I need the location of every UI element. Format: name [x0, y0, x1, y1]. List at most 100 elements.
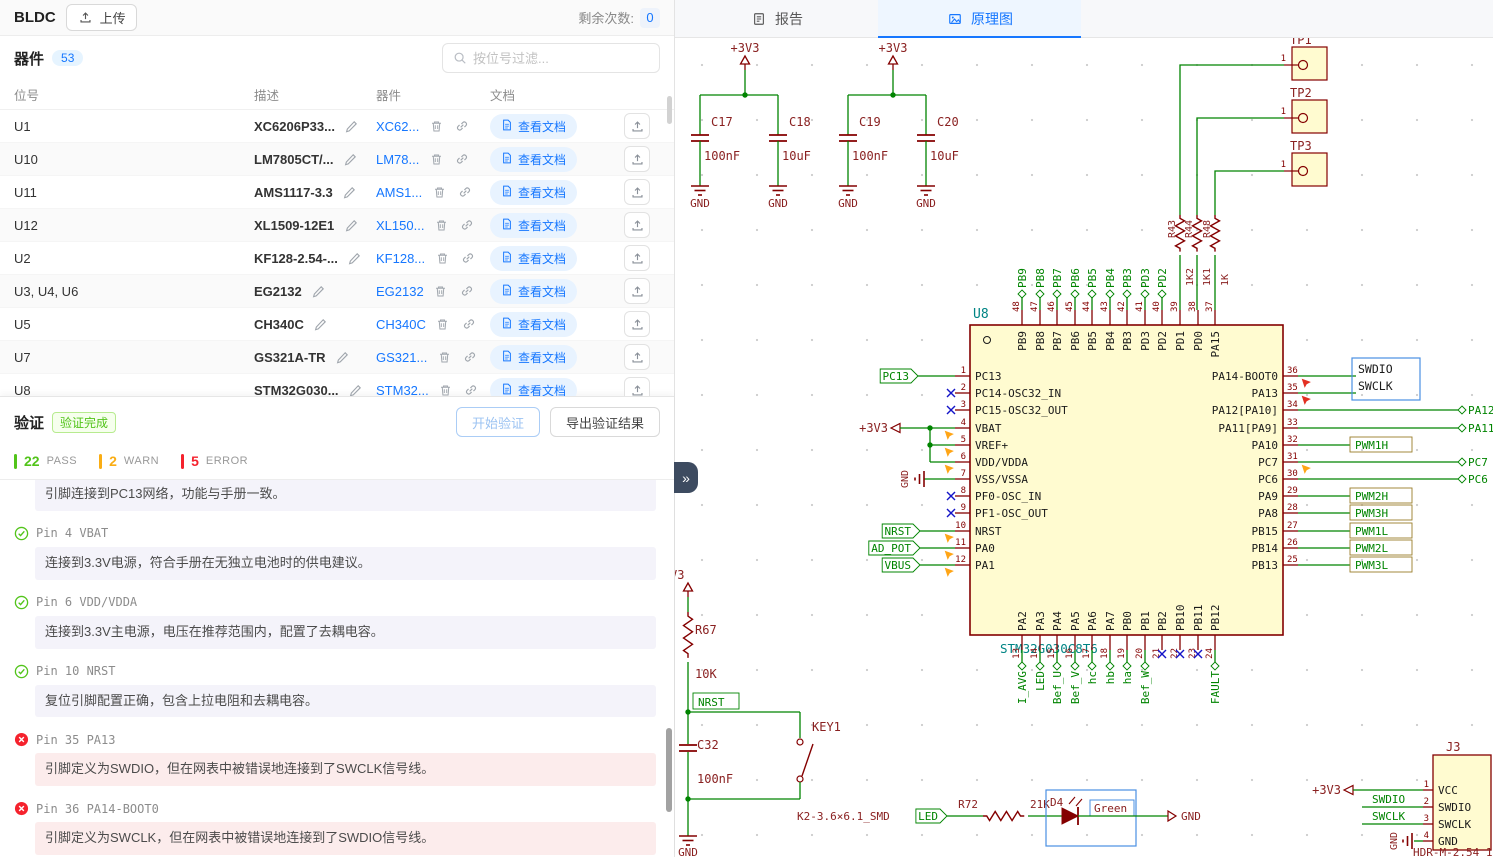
net-label: ha: [1121, 671, 1134, 684]
part-link[interactable]: XL150...: [376, 218, 424, 233]
export-results-button[interactable]: 导出验证结果: [550, 407, 660, 437]
view-doc-button[interactable]: 查看文档: [490, 345, 577, 370]
cell-designator: U1: [14, 119, 254, 134]
pin-name: PB12: [1209, 605, 1222, 632]
panel-expander-button[interactable]: »: [674, 462, 698, 493]
view-doc-button[interactable]: 查看文档: [490, 213, 577, 238]
delete-icon[interactable]: [436, 381, 454, 396]
delete-icon[interactable]: [432, 282, 450, 300]
net-label: PWM3L: [1355, 559, 1388, 572]
cap-value: 100nF: [852, 149, 888, 163]
delete-icon[interactable]: [432, 216, 450, 234]
column-part: 器件: [376, 85, 490, 104]
tab-schematic[interactable]: 原理图: [878, 0, 1081, 37]
edit-icon[interactable]: [343, 117, 361, 135]
row-upload-button[interactable]: [624, 113, 650, 139]
delete-icon[interactable]: [435, 348, 453, 366]
delete-icon[interactable]: [434, 315, 452, 333]
view-doc-button[interactable]: 查看文档: [490, 378, 577, 397]
start-verify-button[interactable]: 开始验证: [456, 407, 540, 437]
row-upload-button[interactable]: [624, 245, 650, 271]
edit-icon[interactable]: [341, 150, 359, 168]
row-upload-button[interactable]: [624, 377, 650, 396]
row-upload-button[interactable]: [624, 146, 650, 172]
view-doc-button[interactable]: 查看文档: [490, 279, 577, 304]
link-icon[interactable]: [462, 381, 480, 396]
row-upload-button[interactable]: [624, 179, 650, 205]
link-icon[interactable]: [453, 150, 471, 168]
filter-search-box[interactable]: [442, 43, 660, 73]
filter-input[interactable]: [473, 51, 649, 66]
description-text: KF128-2.54-...: [254, 251, 338, 266]
edit-icon[interactable]: [347, 381, 365, 396]
results-scrollbar[interactable]: [666, 728, 672, 812]
verification-results-list[interactable]: 引脚连接到PC13网络，功能与手册一致。Pin 4 VBAT连接到3.3V电源，…: [0, 480, 674, 857]
pin-name: PB9: [1016, 331, 1029, 351]
table-row[interactable]: U1XC6206P33...XC62...查看文档: [0, 110, 674, 143]
delete-icon[interactable]: [433, 249, 451, 267]
pin-name: PD2: [1156, 331, 1169, 351]
junction-dot: [927, 425, 932, 430]
row-upload-button[interactable]: [624, 212, 650, 238]
part-link[interactable]: EG2132: [376, 284, 424, 299]
delete-icon[interactable]: [427, 117, 445, 135]
part-link[interactable]: STM32...: [376, 383, 428, 397]
view-doc-button[interactable]: 查看文档: [490, 180, 577, 205]
pin-number: 27: [1287, 521, 1298, 531]
net-label: PWM2H: [1355, 490, 1388, 503]
part-link[interactable]: KF128...: [376, 251, 425, 266]
verification-item: Pin 4 VBAT连接到3.3V电源，符合手册在无独立电池时的供电建议。: [14, 526, 656, 580]
cell-designator: U5: [14, 317, 254, 332]
table-row[interactable]: U7GS321A-TRGS321...查看文档: [0, 341, 674, 374]
part-link[interactable]: CH340C: [376, 317, 426, 332]
part-link[interactable]: AMS1...: [376, 185, 422, 200]
verification-item: Pin 35 PA13引脚定义为SWDIO，但在网表中被错误地连接到了SWCLK…: [14, 732, 656, 786]
link-icon[interactable]: [453, 117, 471, 135]
link-icon[interactable]: [458, 216, 476, 234]
table-row[interactable]: U12XL1509-12E1XL150...查看文档: [0, 209, 674, 242]
part-link[interactable]: LM78...: [376, 152, 419, 167]
link-icon[interactable]: [459, 249, 477, 267]
row-upload-button[interactable]: [624, 278, 650, 304]
edit-icon[interactable]: [346, 249, 364, 267]
table-row[interactable]: U11AMS1117-3.3AMS1...查看文档: [0, 176, 674, 209]
edit-icon[interactable]: [342, 216, 360, 234]
row-upload-button[interactable]: [624, 344, 650, 370]
delete-icon[interactable]: [430, 183, 448, 201]
pin-number: 28: [1287, 503, 1298, 513]
pin-name: PC7: [1258, 456, 1278, 469]
view-doc-button[interactable]: 查看文档: [490, 114, 577, 139]
view-doc-label: 查看文档: [518, 382, 566, 397]
edit-icon[interactable]: [334, 348, 352, 366]
edit-icon[interactable]: [341, 183, 359, 201]
tab-report[interactable]: 报告: [675, 0, 878, 37]
table-row[interactable]: U3, U4, U6EG2132EG2132查看文档: [0, 275, 674, 308]
row-upload-button[interactable]: [624, 311, 650, 337]
edit-icon[interactable]: [312, 315, 330, 333]
link-icon[interactable]: [460, 315, 478, 333]
link-icon[interactable]: [458, 282, 476, 300]
part-link[interactable]: GS321...: [376, 350, 427, 365]
cell-description: STM32G030...: [254, 381, 376, 396]
pin-name: PB6: [1069, 331, 1082, 351]
view-doc-button[interactable]: 查看文档: [490, 147, 577, 172]
table-row[interactable]: U10LM7805CT/...LM78...查看文档: [0, 143, 674, 176]
link-icon[interactable]: [456, 183, 474, 201]
link-icon[interactable]: [461, 348, 479, 366]
delete-icon[interactable]: [427, 150, 445, 168]
edit-icon[interactable]: [310, 282, 328, 300]
table-row[interactable]: U5CH340CCH340C查看文档: [0, 308, 674, 341]
table-scrollbar[interactable]: [667, 96, 672, 124]
net-label: hb: [1104, 671, 1117, 684]
schematic-canvas[interactable]: +3V3GNDC17100nFGNDC1810uF+3V3GNDC19100nF…: [675, 38, 1493, 857]
upload-button[interactable]: 上传: [66, 4, 137, 31]
view-doc-button[interactable]: 查看文档: [490, 246, 577, 271]
description-text: EG2132: [254, 284, 302, 299]
net-label: PA12: [1468, 404, 1493, 417]
verification-item-text: 连接到3.3V电源，符合手册在无独立电池时的供电建议。: [35, 547, 656, 580]
components-bar: 器件 53: [0, 36, 674, 80]
view-doc-button[interactable]: 查看文档: [490, 312, 577, 337]
part-link[interactable]: XC62...: [376, 119, 419, 134]
table-row[interactable]: U2KF128-2.54-...KF128...查看文档: [0, 242, 674, 275]
table-row[interactable]: U8STM32G030...STM32...查看文档: [0, 374, 674, 396]
